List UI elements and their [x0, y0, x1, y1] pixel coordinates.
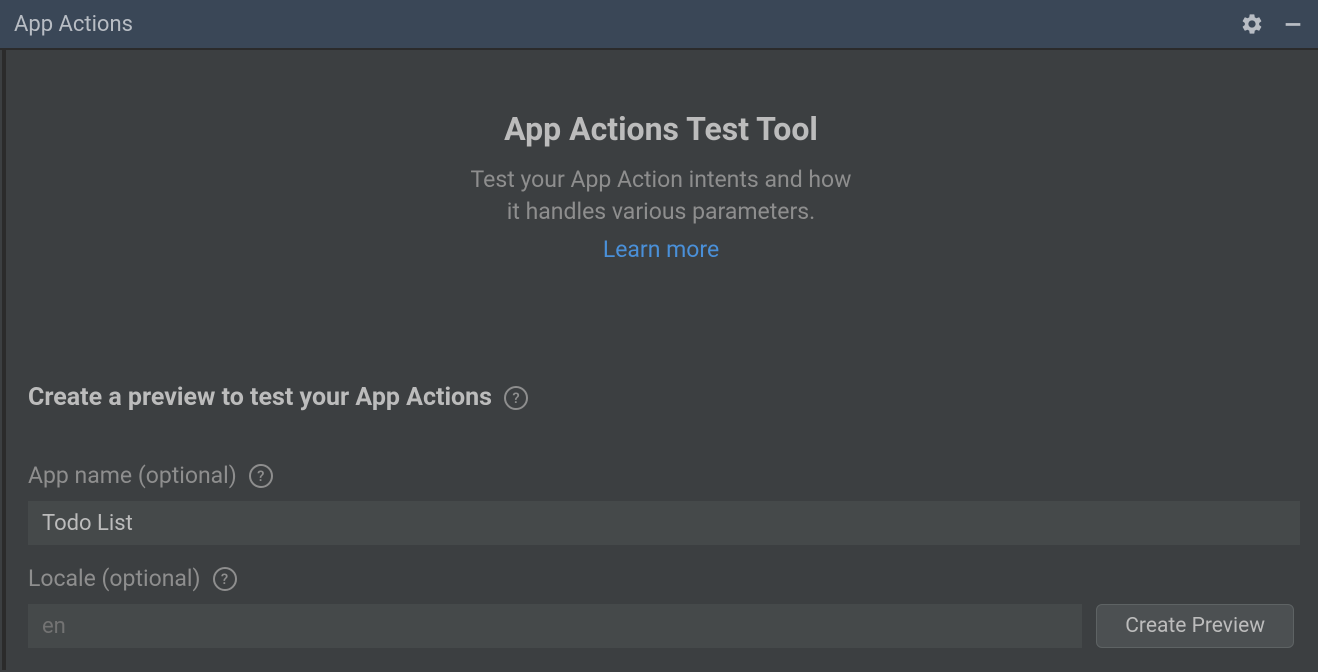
locale-input[interactable]: [28, 604, 1082, 648]
bottom-row: Create Preview: [28, 604, 1294, 648]
locale-label: Locale (optional): [28, 565, 201, 592]
section-header: Create a preview to test your App Action…: [28, 383, 1294, 412]
app-name-label-row: App name (optional) ?: [28, 462, 1294, 489]
help-icon[interactable]: ?: [504, 386, 528, 410]
hero-desc-line1: Test your App Action intents and how: [471, 166, 852, 193]
help-icon[interactable]: ?: [213, 567, 237, 591]
hero-description: Test your App Action intents and how it …: [28, 164, 1294, 228]
section-title: Create a preview to test your App Action…: [28, 383, 492, 412]
gear-icon[interactable]: [1240, 12, 1264, 36]
titlebar: App Actions: [0, 0, 1318, 50]
hero-desc-line2: it handles various parameters.: [507, 198, 815, 225]
app-name-input[interactable]: [28, 501, 1300, 545]
hero-title: App Actions Test Tool: [28, 110, 1294, 148]
titlebar-title: App Actions: [14, 12, 133, 37]
create-preview-button[interactable]: Create Preview: [1096, 604, 1294, 648]
content-panel: App Actions Test Tool Test your App Acti…: [2, 50, 1316, 670]
minimize-icon[interactable]: [1282, 13, 1304, 35]
learn-more-link[interactable]: Learn more: [28, 236, 1294, 263]
locale-label-row: Locale (optional) ?: [28, 565, 1294, 592]
app-name-label: App name (optional): [28, 462, 237, 489]
help-icon[interactable]: ?: [249, 464, 273, 488]
hero-section: App Actions Test Tool Test your App Acti…: [28, 110, 1294, 263]
main-content: App Actions Test Tool Test your App Acti…: [0, 50, 1318, 670]
titlebar-actions: [1240, 12, 1304, 36]
